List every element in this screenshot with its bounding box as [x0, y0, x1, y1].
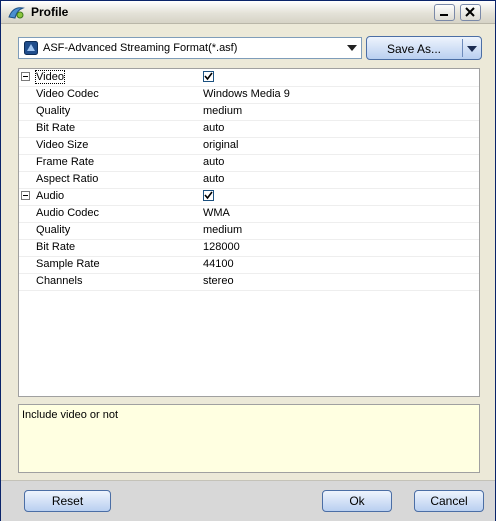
- property-name: Bit Rate: [36, 122, 76, 134]
- property-value[interactable]: original: [203, 139, 238, 151]
- close-button[interactable]: [460, 4, 481, 21]
- dialog-footer: Reset Ok Cancel: [1, 480, 495, 521]
- property-name: Video Codec: [36, 88, 99, 100]
- save-as-button[interactable]: Save As...: [366, 36, 482, 60]
- property-name: Quality: [36, 105, 71, 117]
- app-icon: [7, 4, 25, 20]
- group-label-video: Video: [35, 70, 65, 84]
- title-bar[interactable]: Profile: [1, 1, 495, 24]
- save-as-divider: [462, 39, 463, 57]
- property-value[interactable]: WMA: [203, 207, 230, 219]
- dropdown-arrow-icon[interactable]: [467, 46, 477, 52]
- property-row[interactable]: Video Codec Windows Media 9: [19, 86, 479, 104]
- property-value[interactable]: medium: [203, 105, 242, 117]
- property-row[interactable]: Bit Rate 128000: [19, 239, 479, 257]
- window-title: Profile: [31, 5, 69, 19]
- property-row[interactable]: Aspect Ratio auto: [19, 171, 479, 189]
- property-name: Sample Rate: [36, 258, 100, 270]
- group-row-audio[interactable]: Audio: [19, 188, 479, 206]
- property-row[interactable]: Video Size original: [19, 137, 479, 155]
- collapse-icon[interactable]: [21, 191, 30, 200]
- property-name: Quality: [36, 224, 71, 236]
- property-value[interactable]: 128000: [203, 241, 240, 253]
- property-row[interactable]: Bit Rate auto: [19, 120, 479, 138]
- minimize-button[interactable]: [434, 4, 455, 21]
- minimize-icon: [440, 14, 448, 16]
- group-label-audio: Audio: [36, 190, 65, 202]
- property-value[interactable]: medium: [203, 224, 242, 236]
- video-enabled-checkbox[interactable]: [203, 71, 214, 82]
- property-name: Channels: [36, 275, 83, 287]
- checkmark-icon: [204, 72, 213, 81]
- reset-button[interactable]: Reset: [24, 490, 111, 512]
- description-text: Include video or not: [22, 409, 119, 421]
- property-name: Audio Codec: [36, 207, 99, 219]
- property-row[interactable]: Quality medium: [19, 103, 479, 121]
- format-selected-value: ASF-Advanced Streaming Format(*.asf): [43, 42, 238, 54]
- property-name: Frame Rate: [36, 156, 95, 168]
- chevron-down-icon[interactable]: [347, 45, 357, 51]
- property-row[interactable]: Sample Rate 44100: [19, 256, 479, 274]
- format-dropdown[interactable]: ASF-Advanced Streaming Format(*.asf): [18, 37, 362, 59]
- property-row[interactable]: Audio Codec WMA: [19, 205, 479, 223]
- property-name: Aspect Ratio: [36, 173, 99, 185]
- description-panel: Include video or not: [18, 404, 480, 473]
- close-icon: [465, 7, 475, 17]
- property-value[interactable]: auto: [203, 122, 224, 134]
- property-row[interactable]: Frame Rate auto: [19, 154, 479, 172]
- property-value[interactable]: auto: [203, 173, 224, 185]
- save-as-label: Save As...: [386, 42, 442, 56]
- cancel-button[interactable]: Cancel: [414, 490, 484, 512]
- property-value[interactable]: auto: [203, 156, 224, 168]
- checkmark-icon: [204, 191, 213, 200]
- media-format-icon: [24, 41, 38, 55]
- property-grid[interactable]: Video Video Codec Windows Media 9 Qualit…: [18, 68, 480, 397]
- property-row[interactable]: Channels stereo: [19, 273, 479, 291]
- property-row[interactable]: Quality medium: [19, 222, 479, 240]
- property-value[interactable]: stereo: [203, 275, 234, 287]
- ok-button[interactable]: Ok: [322, 490, 392, 512]
- profile-window: Profile ASF-Advanced Streaming Format(*.…: [0, 0, 496, 521]
- property-name: Video Size: [36, 139, 89, 151]
- property-value[interactable]: Windows Media 9: [203, 88, 290, 100]
- collapse-icon[interactable]: [21, 72, 30, 81]
- property-name: Bit Rate: [36, 241, 76, 253]
- group-row-video[interactable]: Video: [19, 69, 479, 87]
- audio-enabled-checkbox[interactable]: [203, 190, 214, 201]
- property-value[interactable]: 44100: [203, 258, 234, 270]
